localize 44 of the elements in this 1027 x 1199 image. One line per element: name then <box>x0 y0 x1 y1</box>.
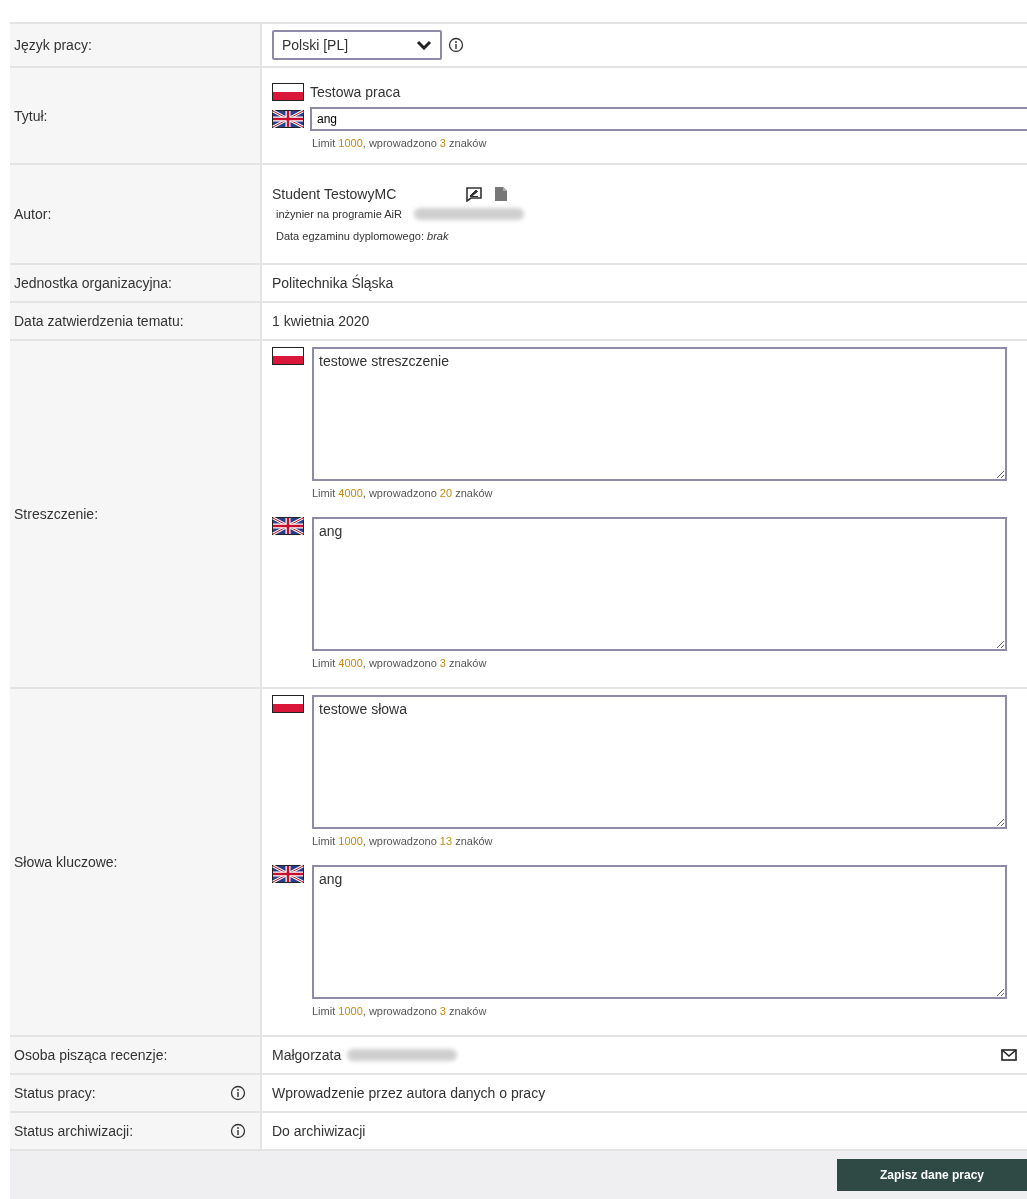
language-select[interactable]: Polski [PL] <box>272 30 442 60</box>
chevron-down-icon <box>416 40 432 50</box>
field-label: Data zatwierdzenia tematu: <box>14 313 184 329</box>
field-label: Jednostka organizacyjna: <box>14 275 172 291</box>
info-icon[interactable] <box>448 37 464 53</box>
info-icon[interactable] <box>230 1085 246 1101</box>
field-label: Streszczenie: <box>14 506 99 522</box>
value-text: 1 kwietnia 2020 <box>272 313 371 329</box>
text-area[interactable]: ang <box>312 517 1007 651</box>
author-name: Student TestowyMC <box>272 186 397 202</box>
flag-icon <box>272 517 304 535</box>
flag-icon <box>272 347 304 365</box>
programme-text: inżynier na programie AiR <box>276 208 402 220</box>
title-input[interactable]: ang <box>310 106 1027 131</box>
character-counter: Limit 1000, wprowadzono 3 znaków <box>312 1005 488 1017</box>
value-text: Wprowadzenie przez autora danych o pracy <box>272 1085 547 1101</box>
field-label: Tytuł: <box>14 107 48 124</box>
character-counter: Limit 1000, wprowadzono 3 znaków <box>312 136 488 149</box>
text-area[interactable]: testowe streszczenie <box>312 347 1007 481</box>
field-label: Osoba pisząca recenzje: <box>14 1047 168 1063</box>
title-text: Testowa praca <box>310 83 401 100</box>
info-icon[interactable] <box>230 1123 246 1139</box>
value-text: Do archiwizacji <box>272 1123 367 1139</box>
text-area[interactable]: ang <box>312 865 1007 999</box>
character-counter: Limit 1000, wprowadzono 13 znaków <box>312 835 494 847</box>
field-label: Język pracy: <box>14 37 92 53</box>
edit-icon[interactable] <box>466 186 483 202</box>
field-label: Autor: <box>14 206 52 222</box>
field-label: Status pracy: <box>14 1085 96 1101</box>
flag-icon <box>272 865 304 883</box>
exam-date-text: Data egzaminu dyplomowego: brak <box>276 230 450 242</box>
field-label: Słowa kluczowe: <box>14 854 118 870</box>
value-text: Politechnika Śląska <box>272 275 395 291</box>
flag-icon <box>272 82 304 101</box>
save-button[interactable]: Zapisz dane pracy <box>837 1159 1027 1191</box>
field-label: Status archiwizacji: <box>14 1123 134 1139</box>
character-counter: Limit 4000, wprowadzono 20 znaków <box>312 487 494 499</box>
reviewer-name: Małgorzata <box>272 1047 342 1063</box>
flag-icon <box>272 109 304 128</box>
text-area[interactable]: testowe słowa <box>312 695 1007 829</box>
character-counter: Limit 4000, wprowadzono 3 znaków <box>312 657 488 669</box>
mail-icon[interactable] <box>1001 1049 1017 1061</box>
flag-icon <box>272 695 304 713</box>
document-icon[interactable] <box>494 186 509 202</box>
